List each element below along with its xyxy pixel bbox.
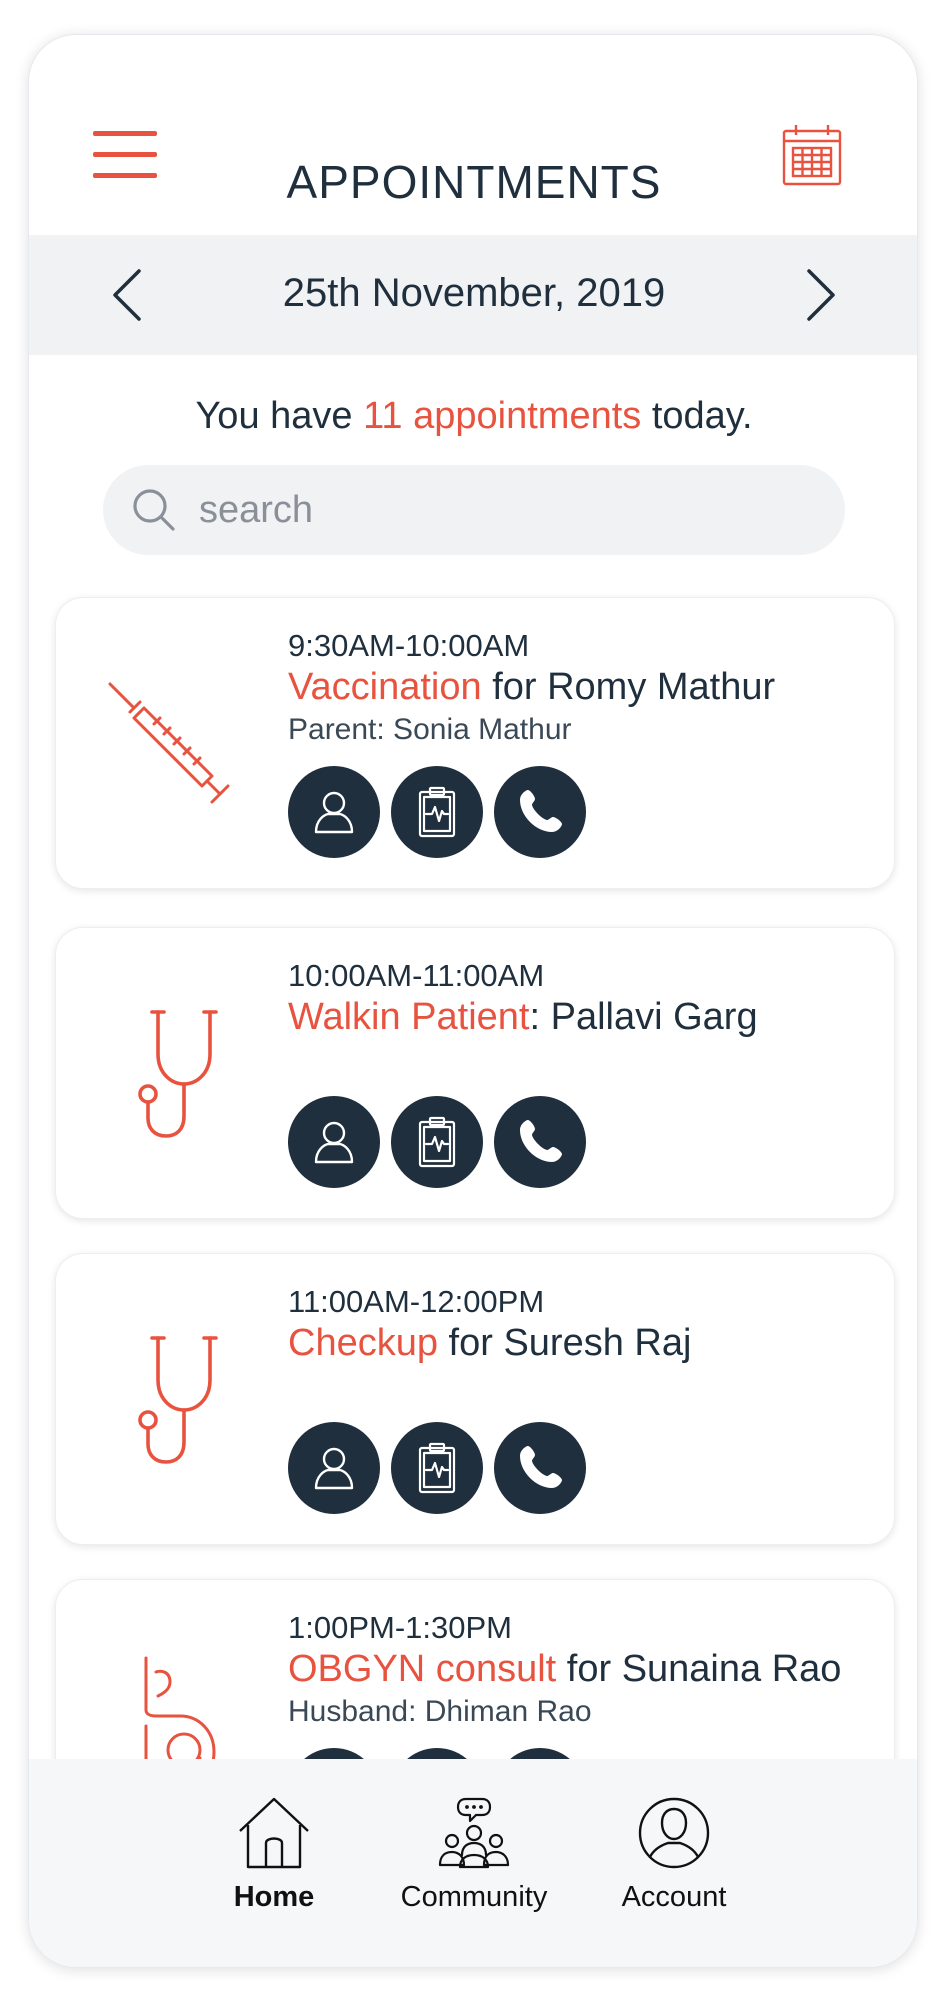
calendar-icon[interactable]: [781, 123, 843, 187]
appointment-type: Checkup: [288, 1322, 438, 1364]
user-profile-icon: [314, 791, 354, 834]
appointment-guardian: Parent: Sonia Mathur: [288, 713, 572, 746]
medical-record-icon: [418, 786, 456, 838]
call-button[interactable]: [494, 1422, 586, 1514]
community-icon: [438, 1797, 510, 1869]
nav-community-label: Community: [400, 1881, 548, 1913]
title-joiner: for: [556, 1648, 622, 1690]
profile-button[interactable]: [288, 766, 380, 858]
medical-record-button[interactable]: [391, 1422, 483, 1514]
current-date: 25th November, 2019: [282, 271, 666, 315]
title-joiner: :: [529, 996, 551, 1038]
phone-frame: APPOINTMENTS 25th November, 2019 You hav…: [28, 34, 918, 1968]
medical-record-button[interactable]: [391, 1096, 483, 1188]
appointment-time: 10:00AM-11:00AM: [288, 958, 545, 993]
appointment-count[interactable]: 11 appointments: [363, 395, 641, 437]
profile-button[interactable]: [288, 1422, 380, 1514]
profile-button[interactable]: [288, 1096, 380, 1188]
appointment-card[interactable]: 10:00AM-11:00AM Walkin Patient: Pallavi …: [55, 927, 895, 1219]
account-icon: [638, 1797, 710, 1869]
nav-home[interactable]: Home: [184, 1795, 364, 1935]
appointment-time: 9:30AM-10:00AM: [288, 628, 530, 663]
chevron-right-icon[interactable]: [789, 265, 849, 325]
summary-suffix: today.: [641, 395, 753, 437]
stethoscope-icon: [138, 1010, 218, 1138]
call-button[interactable]: [494, 766, 586, 858]
appointment-guardian: Husband: Dhiman Rao: [288, 1695, 592, 1728]
appointment-card[interactable]: 9:30AM-10:00AM Vaccination for Romy Math…: [55, 597, 895, 889]
home-icon: [239, 1797, 309, 1869]
date-bar: 25th November, 2019: [29, 235, 917, 355]
phone-icon: [520, 1446, 562, 1488]
bottom-navigation: Home Community Account: [29, 1759, 917, 1967]
call-button[interactable]: [494, 1096, 586, 1188]
patient-name: Suresh Raj: [503, 1322, 692, 1364]
medical-record-icon: [418, 1116, 456, 1168]
nav-home-label: Home: [233, 1881, 315, 1913]
appointment-title: Walkin Patient: Pallavi Garg: [288, 996, 758, 1039]
search-input[interactable]: [199, 483, 799, 537]
title-joiner: for: [481, 666, 548, 708]
app-header: APPOINTMENTS: [29, 35, 917, 235]
title-joiner: for: [437, 1322, 504, 1364]
medical-record-icon: [418, 1442, 456, 1494]
appointment-type: OBGYN consult: [288, 1648, 557, 1690]
medical-record-button[interactable]: [391, 766, 483, 858]
appointment-type: Walkin Patient: [288, 996, 530, 1038]
appointment-title: Vaccination for Romy Mathur: [288, 666, 775, 709]
appointment-title: Checkup for Suresh Raj: [288, 1322, 691, 1365]
nav-account[interactable]: Account: [584, 1795, 764, 1935]
patient-name: Romy Mathur: [547, 666, 776, 708]
patient-name: Pallavi Garg: [550, 996, 758, 1038]
user-profile-icon: [314, 1447, 354, 1490]
appointment-time: 1:00PM-1:30PM: [288, 1610, 512, 1645]
appointment-card[interactable]: 11:00AM-12:00PM Checkup for Suresh Raj: [55, 1253, 895, 1545]
nav-account-label: Account: [621, 1881, 727, 1913]
syringe-icon: [108, 682, 230, 804]
patient-name: Sunaina Rao: [621, 1648, 842, 1690]
summary-prefix: You have: [195, 395, 364, 437]
search-bar: [103, 465, 845, 555]
appointment-summary: You have 11 appointments today.: [29, 395, 917, 438]
nav-community[interactable]: Community: [384, 1795, 564, 1935]
phone-icon: [520, 790, 562, 832]
search-icon: [133, 489, 175, 531]
user-profile-icon: [314, 1121, 354, 1164]
stethoscope-icon: [138, 1336, 218, 1464]
phone-icon: [520, 1120, 562, 1162]
appointment-type: Vaccination: [288, 666, 482, 708]
appointment-time: 11:00AM-12:00PM: [288, 1284, 545, 1319]
appointment-title: OBGYN consult for Sunaina Rao: [288, 1648, 841, 1691]
